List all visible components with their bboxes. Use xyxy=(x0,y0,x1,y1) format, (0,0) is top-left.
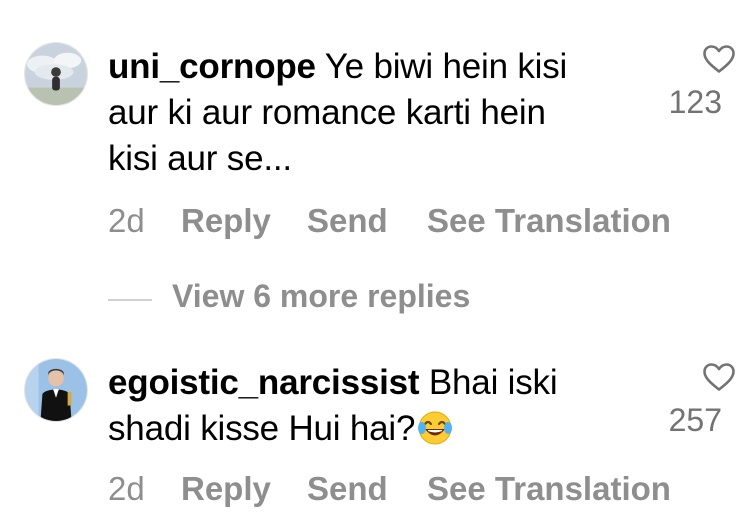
comment-body: egoistic_narcissist Bhai iski shadi kiss… xyxy=(108,360,558,452)
comment-line: uni_cornope Ye biwi hein kisi xyxy=(108,44,567,90)
see-translation-button[interactable]: See Translation xyxy=(427,202,671,240)
comment-line: aur ki aur romance karti hein xyxy=(108,93,546,132)
view-more-replies-label: View 6 more replies xyxy=(172,278,471,314)
send-button[interactable]: Send xyxy=(307,202,388,240)
comment-body: uni_cornope Ye biwi hein kisi aur ki aur… xyxy=(108,44,567,182)
comment-text: Ye biwi hein kisi xyxy=(324,47,568,86)
divider-line xyxy=(108,299,152,301)
heart-outline-icon[interactable] xyxy=(702,362,736,392)
face-with-tears-of-joy-icon xyxy=(417,410,453,446)
comment-time: 2d xyxy=(108,202,145,239)
reply-button[interactable]: Reply xyxy=(181,202,271,240)
comment-time: 2d xyxy=(108,470,145,507)
like-count: 123 xyxy=(668,84,722,120)
like-count: 257 xyxy=(668,402,722,438)
comment-username[interactable]: uni_cornope xyxy=(108,47,316,86)
comment-text: shadi kisse Hui hai? xyxy=(108,409,416,448)
comment-username[interactable]: egoistic_narcissist xyxy=(108,363,420,402)
send-button[interactable]: Send xyxy=(307,470,388,508)
comment-text: Bhai iski xyxy=(428,363,558,402)
see-translation-button[interactable]: See Translation xyxy=(427,470,671,508)
reply-button[interactable]: Reply xyxy=(181,470,271,508)
avatar[interactable] xyxy=(24,42,88,106)
comment-line: shadi kisse Hui hai? xyxy=(108,406,557,452)
comment-line: kisi aur se... xyxy=(108,139,292,178)
comment-line: egoistic_narcissist Bhai iski xyxy=(108,360,558,406)
heart-outline-icon[interactable] xyxy=(702,44,736,74)
avatar[interactable] xyxy=(24,358,88,422)
